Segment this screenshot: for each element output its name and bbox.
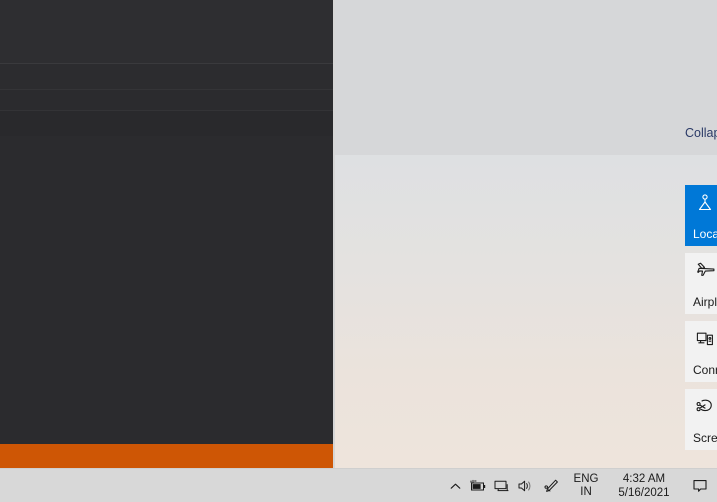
clock[interactable]: 4:32 AM 5/16/2021: [606, 469, 682, 502]
airplane-icon: [694, 260, 716, 282]
tile-label: Connect: [693, 363, 717, 377]
location-icon: [694, 192, 716, 214]
language-indicator[interactable]: ENG IN: [566, 469, 606, 502]
action-center-icon[interactable]: [682, 469, 717, 502]
quick-action-tile-airplane-mode[interactable]: Airplane mode: [685, 253, 717, 314]
background-app-path-row: [0, 64, 333, 144]
background-app-window[interactable]: [0, 0, 333, 468]
taskbar: ENG IN 4:32 AM 5/16/2021: [0, 468, 717, 502]
tile-label: Airplane mode: [693, 295, 717, 309]
quick-action-tile-location[interactable]: Location: [685, 185, 717, 246]
desktop-screen: Collapse Location: [0, 0, 717, 502]
tile-label: Screen snip: [693, 431, 717, 445]
connect-icon: [694, 328, 716, 350]
background-app-tab-strip[interactable]: [0, 110, 333, 246]
battery-charging-icon[interactable]: [466, 469, 490, 502]
network-desktop-icon[interactable]: [490, 469, 514, 502]
quick-action-tile-grid: Location Battery saver: [685, 185, 717, 450]
quick-action-tile-connect[interactable]: Connect: [685, 321, 717, 382]
clock-time: 4:32 AM: [622, 473, 666, 485]
background-app-status-bar: [0, 444, 333, 468]
quick-actions-area: [335, 155, 717, 468]
notifications-area: [335, 0, 717, 155]
screen-snip-icon: [694, 396, 716, 418]
collapse-link[interactable]: Collapse: [685, 125, 717, 141]
pen-workspace-icon[interactable]: [538, 469, 566, 502]
speaker-icon[interactable]: [514, 469, 538, 502]
chevron-up-icon[interactable]: [444, 469, 466, 502]
action-center-panel[interactable]: Collapse Location: [335, 0, 717, 468]
system-tray: ENG IN 4:32 AM 5/16/2021: [444, 469, 717, 502]
background-app-toolbar: [0, 0, 333, 64]
background-app-content: [0, 136, 333, 444]
language-line-1: ENG: [573, 473, 599, 485]
language-line-2: IN: [580, 486, 592, 498]
tile-label: Location: [693, 227, 717, 241]
quick-action-tile-screen-snip[interactable]: Screen snip: [685, 389, 717, 450]
clock-date: 5/16/2021: [618, 487, 670, 499]
